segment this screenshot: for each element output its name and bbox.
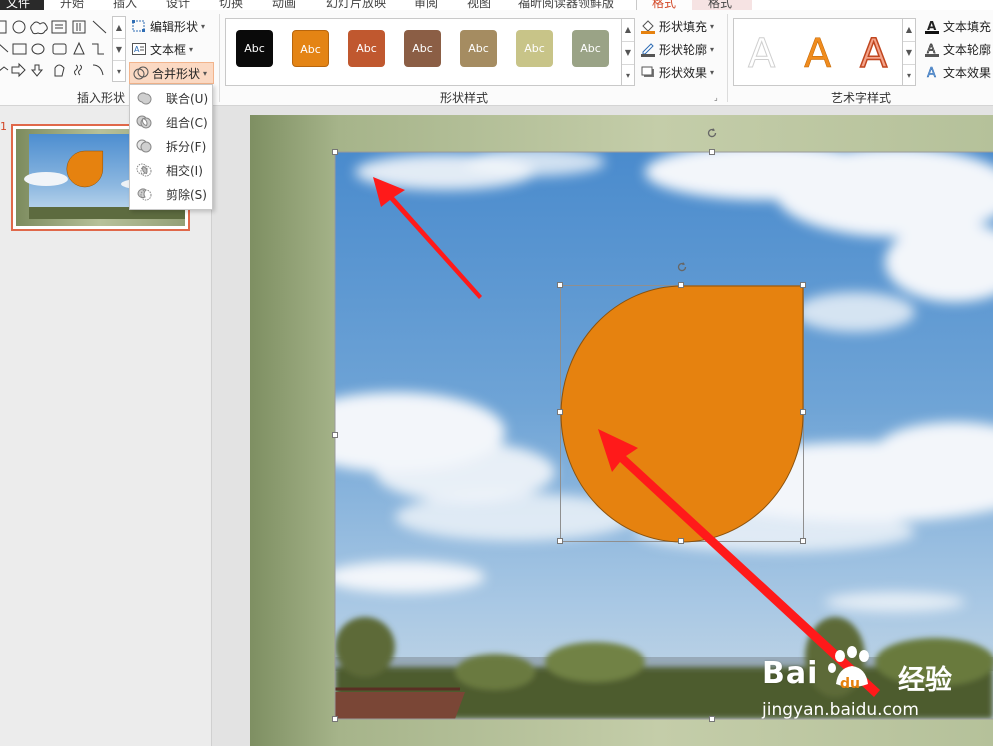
menu-item-union[interactable]: 联合(U) xyxy=(130,86,212,110)
menu-item-intersect[interactable]: 相交(I) xyxy=(130,158,212,182)
menu-item-fragment[interactable]: 拆分(F) xyxy=(130,134,212,158)
watermark-brand-cn: 经验 xyxy=(898,665,952,696)
merge-shapes-menu: 联合(U) 组合(C) 拆分(F) 相交(I) 剪除(S) xyxy=(129,84,213,210)
fragment-icon xyxy=(136,139,152,153)
shape-resize-handle[interactable] xyxy=(800,538,806,544)
paw-logo-icon: du xyxy=(828,646,869,692)
watermark-url: jingyan.baidu.com xyxy=(762,700,919,720)
svg-text:du: du xyxy=(840,676,860,692)
intersect-icon xyxy=(136,163,152,177)
menu-item-label: 剪除(S) xyxy=(166,187,207,202)
subtract-icon xyxy=(137,188,152,201)
teardrop-shape[interactable] xyxy=(560,285,804,543)
menu-item-label: 拆分(F) xyxy=(166,139,207,154)
shape-resize-handle[interactable] xyxy=(678,538,684,544)
union-icon xyxy=(137,92,152,105)
menu-item-label: 相交(I) xyxy=(166,163,203,178)
shape-rotate-handle-icon[interactable] xyxy=(676,261,688,273)
combine-icon xyxy=(136,115,152,129)
menu-item-label: 联合(U) xyxy=(166,91,209,106)
shape-resize-handle[interactable] xyxy=(678,282,684,288)
shape-resize-handle[interactable] xyxy=(800,282,806,288)
menu-item-combine[interactable]: 组合(C) xyxy=(130,110,212,134)
shape-resize-handle[interactable] xyxy=(557,282,563,288)
shape-resize-handle[interactable] xyxy=(557,538,563,544)
menu-item-subtract[interactable]: 剪除(S) xyxy=(130,182,212,206)
shape-resize-handle[interactable] xyxy=(557,409,563,415)
menu-item-label: 组合(C) xyxy=(166,115,208,130)
baidu-watermark: Bai du 经验 jingyan.baidu.com xyxy=(762,646,992,726)
shape-resize-handle[interactable] xyxy=(800,409,806,415)
watermark-brand: Bai xyxy=(762,656,819,691)
